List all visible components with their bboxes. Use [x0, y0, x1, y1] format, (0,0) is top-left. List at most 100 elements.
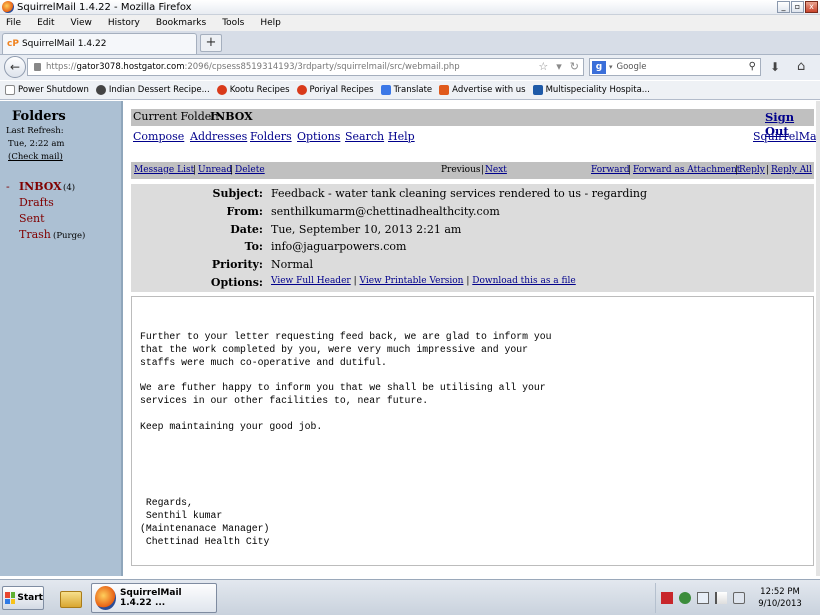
message-body-text: Further to your letter requesting feed b…	[140, 331, 552, 547]
bookmark-item[interactable]: Advertise with us	[439, 85, 526, 95]
compose-link[interactable]: Compose	[133, 130, 184, 143]
options-links: View Full Header | View Printable Versio…	[271, 276, 576, 286]
date-label: Date:	[230, 223, 263, 236]
separator: |	[481, 165, 485, 175]
minimize-button[interactable]: _	[777, 1, 790, 13]
bookmark-item[interactable]: Poriyal Recipes	[296, 85, 374, 95]
menu-tools[interactable]: Tools	[222, 18, 244, 28]
search-link[interactable]: Search	[345, 130, 384, 143]
to-value: info@jaguarpowers.com	[271, 240, 407, 253]
google-icon[interactable]: g	[592, 60, 606, 74]
addresses-link[interactable]: Addresses	[190, 130, 247, 143]
clock-date: 9/10/2013	[758, 599, 802, 609]
forward-as-attachment-link[interactable]: Forward as Attachment	[633, 165, 740, 175]
security-shield-icon[interactable]	[679, 592, 691, 604]
firefox-taskbar-button[interactable]: SquirrelMail 1.4.22 ...	[91, 583, 217, 613]
separator: |	[193, 165, 197, 175]
start-button[interactable]: Start	[2, 586, 44, 610]
windows-logo-icon	[5, 592, 16, 604]
unread-link[interactable]: Unread	[198, 165, 232, 175]
folders-link[interactable]: Folders	[250, 130, 292, 143]
search-box[interactable]: g ▾ Google ⚲	[589, 58, 761, 76]
bookmark-item[interactable]: Power Shutdown	[5, 85, 89, 95]
menu-edit[interactable]: Edit	[37, 18, 54, 28]
separator: |	[766, 165, 770, 175]
purge-link[interactable]: (Purge)	[53, 231, 85, 241]
separator: |	[735, 165, 739, 175]
bookmark-item[interactable]: Multispeciality Hospita...	[532, 85, 650, 95]
options-link[interactable]: Options	[297, 130, 340, 143]
bookmark-item[interactable]: Kootu Recipes	[216, 85, 290, 95]
site-icon	[439, 85, 450, 95]
tab-label: SquirrelMail 1.4.22	[21, 39, 107, 49]
site-icon	[216, 85, 227, 95]
header-rows: Subject: Feedback - water tank cleaning …	[131, 184, 814, 292]
menu-history[interactable]: History	[108, 18, 140, 28]
back-button[interactable]: ←	[4, 56, 26, 78]
reply-all-link[interactable]: Reply All	[771, 165, 812, 175]
subject-value: Feedback - water tank cleaning services …	[271, 187, 648, 200]
folder-pane	[0, 101, 123, 576]
start-label: Start	[17, 593, 43, 603]
view-full-header-link[interactable]: View Full Header	[271, 276, 351, 286]
download-as-file-link[interactable]: Download this as a file	[472, 276, 575, 286]
search-engine-dropdown-icon[interactable]: ▾	[609, 63, 613, 71]
current-folder-name: INBOX	[210, 110, 253, 123]
firefox-icon	[95, 586, 116, 610]
current-folder-label: Current Folder:	[133, 110, 221, 123]
file-explorer-button[interactable]	[56, 585, 86, 613]
menu-view[interactable]: View	[71, 18, 92, 28]
help-link[interactable]: Help	[388, 130, 415, 143]
folders-title: Folders	[12, 109, 66, 124]
current-folder-marker: -	[6, 180, 10, 193]
maximize-button[interactable]: ▫	[791, 1, 804, 13]
download-icon[interactable]: ⬇	[770, 60, 780, 74]
page-icon	[5, 85, 15, 95]
menu-help[interactable]: Help	[260, 18, 281, 28]
reload-icon[interactable]: ↻	[570, 60, 579, 73]
bookmark-star-icon[interactable]: ☆	[538, 60, 548, 73]
next-link[interactable]: Next	[485, 165, 507, 175]
close-button[interactable]: x	[805, 1, 818, 13]
tab-squirrelmail[interactable]: cP SquirrelMail 1.4.22	[2, 33, 197, 54]
check-mail-link[interactable]: (Check mail)	[8, 152, 63, 162]
folder-sent[interactable]: Sent	[19, 212, 45, 225]
previous-label: Previous	[441, 165, 481, 175]
firefox-icon	[2, 1, 14, 13]
view-printable-version-link[interactable]: View Printable Version	[360, 276, 464, 286]
reply-link[interactable]: Reply	[739, 165, 765, 175]
bookmark-item[interactable]: Indian Dessert Recipe...	[95, 85, 210, 95]
folder-trash[interactable]: Trash	[19, 228, 51, 241]
bookmark-item[interactable]: Translate	[380, 85, 432, 95]
url-host: gator3078.hostgator.com	[76, 62, 185, 72]
vertical-scrollbar[interactable]	[816, 101, 820, 576]
message-list-link[interactable]: Message List	[134, 165, 194, 175]
url-bar[interactable]: https://gator3078.hostgator.com:2096/cps…	[27, 58, 584, 76]
menu-file[interactable]: File	[6, 18, 21, 28]
antivirus-icon[interactable]	[661, 592, 673, 604]
new-tab-button[interactable]: +	[200, 34, 222, 52]
firefox-taskbar-label: SquirrelMail 1.4.22 ...	[119, 588, 182, 608]
network-icon[interactable]	[697, 592, 709, 604]
options-label: Options:	[210, 276, 263, 289]
delete-link[interactable]: Delete	[235, 165, 265, 175]
folder-drafts[interactable]: Drafts	[19, 196, 54, 209]
from-label: From:	[226, 205, 263, 218]
site-icon	[95, 85, 106, 95]
priority-value: Normal	[271, 258, 314, 271]
squirrelmail-link[interactable]: SquirrelMail	[753, 130, 820, 143]
flag-icon[interactable]	[715, 592, 727, 604]
clock[interactable]: 12:52 PM 9/10/2013	[755, 586, 805, 610]
forward-link[interactable]: Forward	[591, 165, 630, 175]
dropdown-arrow-icon[interactable]: ▾	[556, 60, 562, 73]
to-label: To:	[244, 240, 263, 253]
folder-inbox[interactable]: INBOX	[19, 180, 62, 193]
home-icon[interactable]: ⌂	[797, 59, 805, 74]
menu-bookmarks[interactable]: Bookmarks	[156, 18, 206, 28]
window-title: SquirrelMail 1.4.22 - Mozilla Firefox	[17, 1, 192, 13]
search-icon[interactable]: ⚲	[749, 61, 756, 72]
search-placeholder: Google	[616, 62, 647, 72]
url-prefix: https://	[46, 62, 77, 72]
volume-icon[interactable]	[733, 592, 745, 604]
translate-icon	[380, 85, 391, 95]
